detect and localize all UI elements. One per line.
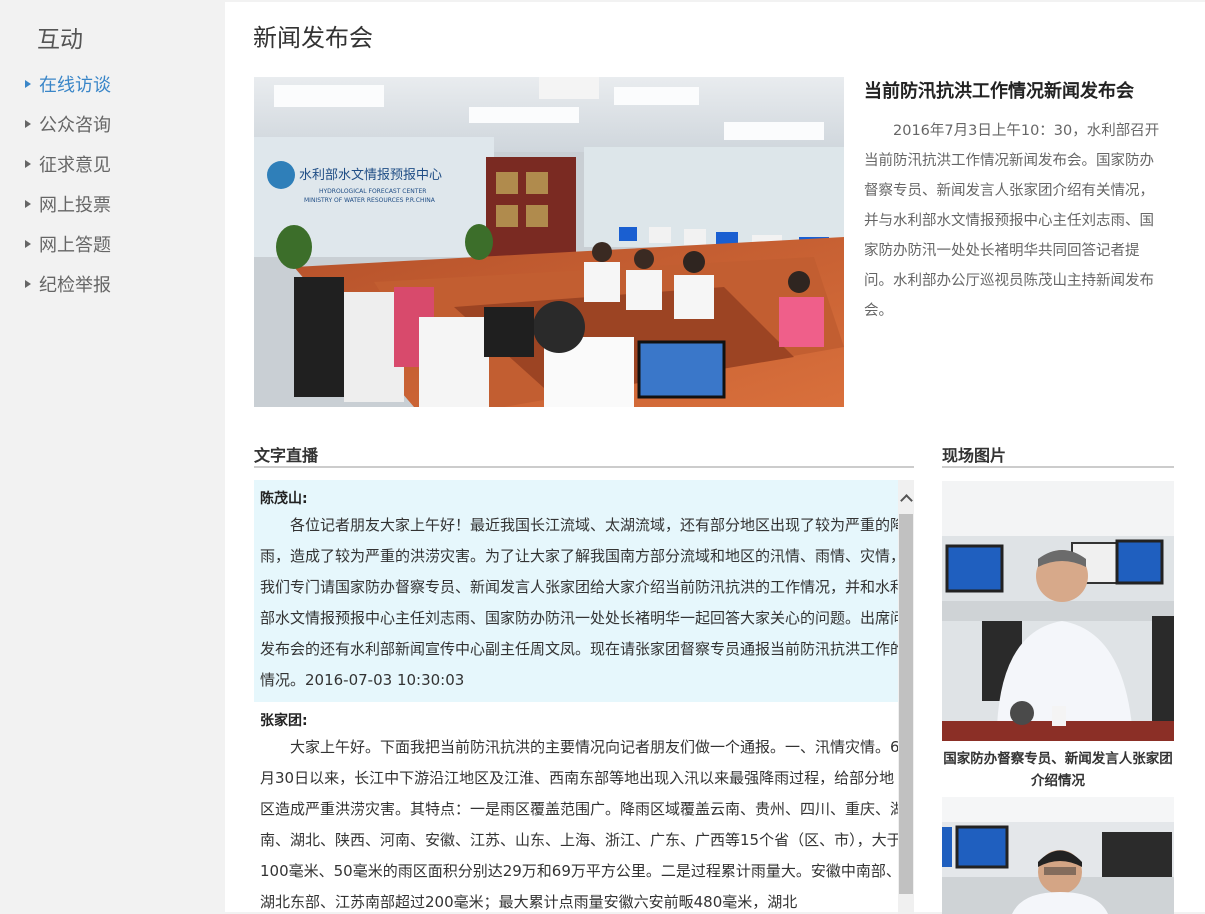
triangle-right-icon	[25, 280, 31, 288]
live-feed-scrollbar[interactable]	[898, 480, 914, 914]
lead-title[interactable]: 当前防汛抗洪工作情况新闻发布会	[864, 77, 1134, 103]
photo-caption: 国家防办督察专员、新闻发言人张家团介绍情况	[943, 751, 1173, 789]
hero-sign-en1: HYDROLOGICAL FORECAST CENTER	[319, 188, 426, 195]
page-title: 新闻发布会	[253, 24, 373, 52]
lead-summary: 2016年7月3日上午10：30，水利部召开当前防汛抗洪工作情况新闻发布会。国家…	[864, 123, 1160, 319]
sidebar-title: 互动	[37, 27, 83, 53]
scene-photo[interactable]	[942, 481, 1174, 741]
sidebar-item-label: 公众咨询	[39, 115, 111, 136]
entry-text: 大家上午好。下面我把当前防汛抗洪的主要情况向记者朋友们做一个通报。一、汛情灾情。…	[260, 738, 906, 911]
sidebar-item-solicit-opinions[interactable]: 征求意见	[25, 150, 111, 190]
press-conference-photo[interactable]: 水利部水文情报预报中心 HYDROLOGICAL FORECAST CENTER…	[254, 77, 844, 407]
main-content: 新闻发布会 水利部水文情报预报中心 HYDROLOGICAL FORECAST …	[225, 2, 1205, 914]
triangle-right-icon	[25, 120, 31, 128]
hero-sign-cn: 水利部水文情报预报中心	[299, 168, 442, 183]
entry-text: 各位记者朋友大家上午好！最近我国长江流域、太湖流域，还有部分地区出现了较为严重的…	[260, 516, 906, 689]
photos-header: 现场图片	[942, 442, 1174, 468]
live-entry: 陈茂山: 各位记者朋友大家上午好！最近我国长江流域、太湖流域，还有部分地区出现了…	[254, 480, 914, 702]
sidebar-item-label: 网上答题	[39, 235, 111, 256]
speaker-name: 张家团:	[260, 713, 308, 729]
sidebar-item-online-quiz[interactable]: 网上答题	[25, 230, 111, 270]
scroll-thumb[interactable]	[899, 514, 913, 894]
scene-photo[interactable]	[942, 797, 1174, 914]
sidebar-item-label: 网上投票	[39, 195, 111, 216]
live-text-header: 文字直播	[254, 442, 914, 468]
sidebar-menu: 在线访谈 公众咨询 征求意见 网上投票 网上答题 纪检举报	[25, 70, 111, 310]
photos-title: 现场图片	[942, 446, 1007, 465]
live-text-title: 文字直播	[254, 446, 319, 465]
sidebar-item-discipline-report[interactable]: 纪检举报	[25, 270, 111, 310]
sidebar: 互动 在线访谈 公众咨询 征求意见 网上投票 网上答题 纪检举报	[0, 0, 222, 912]
live-text-feed[interactable]: 陈茂山: 各位记者朋友大家上午好！最近我国长江流域、太湖流域，还有部分地区出现了…	[254, 480, 914, 914]
triangle-right-icon	[25, 240, 31, 248]
sidebar-item-label: 在线访谈	[39, 75, 111, 96]
triangle-right-icon	[25, 200, 31, 208]
sidebar-item-online-interview[interactable]: 在线访谈	[25, 70, 111, 110]
sidebar-item-online-voting[interactable]: 网上投票	[25, 190, 111, 230]
chevron-up-icon	[899, 493, 913, 507]
sidebar-item-label: 纪检举报	[39, 275, 111, 296]
scroll-up-button[interactable]	[898, 480, 914, 512]
sidebar-item-label: 征求意见	[39, 155, 111, 176]
triangle-right-icon	[25, 80, 31, 88]
hero-sign-en2: MINISTRY OF WATER RESOURCES P.R.CHINA	[304, 197, 436, 204]
speaker-name: 陈茂山:	[260, 491, 308, 507]
live-entry: 张家团: 大家上午好。下面我把当前防汛抗洪的主要情况向记者朋友们做一个通报。一、…	[254, 702, 914, 914]
sidebar-item-public-consultation[interactable]: 公众咨询	[25, 110, 111, 150]
triangle-right-icon	[25, 160, 31, 168]
